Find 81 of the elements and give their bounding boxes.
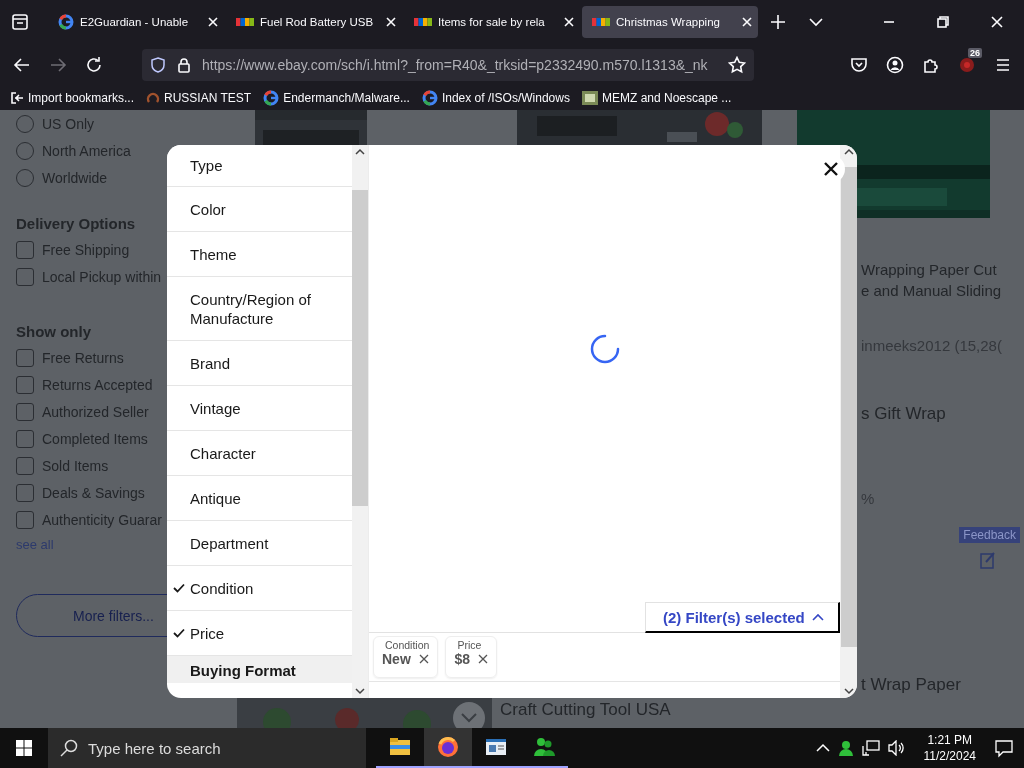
volume-icon[interactable] xyxy=(887,740,906,756)
network-icon[interactable] xyxy=(861,740,880,756)
section-heading: Show only xyxy=(16,323,92,340)
lock-icon xyxy=(176,57,192,73)
extension-icon[interactable] xyxy=(958,56,976,74)
chip-label: Price xyxy=(456,639,483,651)
extensions-icon[interactable] xyxy=(922,56,940,74)
remove-icon[interactable] xyxy=(418,654,429,664)
menu-icon[interactable] xyxy=(994,56,1012,74)
browser-tab[interactable]: Christmas Wrapping xyxy=(582,6,758,38)
browser-tab[interactable]: E2Guardian - Unable xyxy=(48,6,224,38)
google-icon xyxy=(58,14,74,30)
filter-chip[interactable]: Condition New xyxy=(373,636,439,678)
ebay-bars-icon xyxy=(592,16,610,28)
chevron-up-icon xyxy=(812,613,824,621)
checkbox[interactable] xyxy=(16,510,34,529)
chip-value: $8 xyxy=(454,651,470,667)
checkbox[interactable] xyxy=(16,483,34,502)
scrollbar[interactable] xyxy=(840,145,857,698)
remove-icon[interactable] xyxy=(477,654,488,664)
clock-time[interactable]: 1:21 PM xyxy=(927,732,973,748)
windows-start-icon[interactable] xyxy=(16,740,32,756)
google-icon xyxy=(263,90,280,106)
bookmark[interactable]: MEMZ and Noescape ... xyxy=(581,91,732,105)
pocket-icon[interactable] xyxy=(850,56,868,74)
chip-label: Condition xyxy=(384,639,430,651)
section-heading: Delivery Options xyxy=(16,215,137,232)
address-bar[interactable]: https://www.ebay.com/sch/i.html?_from=R40&_trksid=p2332490.m570.l1313&_nk xyxy=(142,49,754,81)
chevron-up-icon[interactable] xyxy=(815,743,830,753)
checkbox[interactable] xyxy=(16,375,34,394)
scroll-down-icon xyxy=(355,687,365,695)
loading-spinner-icon xyxy=(589,333,620,364)
browser-tab[interactable]: Fuel Rod Battery USB xyxy=(226,6,402,38)
bookmark[interactable]: Import bookmarks... xyxy=(10,91,135,105)
search-icon xyxy=(60,739,78,757)
account-icon[interactable] xyxy=(886,56,904,74)
checkbox[interactable] xyxy=(16,240,34,259)
taskbar-search-field[interactable]: Type here to search xyxy=(48,728,366,768)
close-icon[interactable] xyxy=(386,17,396,27)
close-icon[interactable] xyxy=(742,17,752,27)
import-icon xyxy=(10,91,24,105)
bookmark[interactable]: Endermanch/Malware... xyxy=(263,90,410,106)
close-icon[interactable] xyxy=(991,16,1003,28)
checkbox[interactable] xyxy=(16,348,34,367)
scroll-down-icon xyxy=(843,687,854,695)
product-detail: % xyxy=(861,490,876,507)
bookmark[interactable]: RUSSIAN TEST xyxy=(146,91,252,105)
checkbox[interactable] xyxy=(16,267,34,286)
close-icon[interactable] xyxy=(208,17,218,27)
notification-icon[interactable] xyxy=(994,738,1014,758)
close-icon xyxy=(824,162,838,176)
restore-icon[interactable] xyxy=(937,16,949,28)
browser-icon[interactable] xyxy=(437,736,459,758)
filters-selected-toggle[interactable]: (2) Filter(s) selected xyxy=(645,602,840,633)
window-app-icon[interactable] xyxy=(485,736,507,758)
shield-icon xyxy=(150,57,166,73)
folder-icon[interactable] xyxy=(389,736,411,758)
clock-date[interactable]: 11/2/2024 xyxy=(923,748,976,764)
google-icon xyxy=(421,90,438,106)
reload-icon[interactable] xyxy=(84,55,104,75)
filter-category[interactable]: Type xyxy=(167,145,352,187)
bookmark[interactable]: Index of /ISOs/Windows xyxy=(421,90,570,106)
scroll-up-icon xyxy=(843,148,854,156)
bookmark-star-icon[interactable] xyxy=(728,56,746,74)
ebay-bars-icon xyxy=(236,16,254,28)
tile-icon xyxy=(581,91,598,105)
swirl-icon xyxy=(146,91,161,105)
count-badge: 26 xyxy=(968,48,982,58)
scrollbar[interactable] xyxy=(352,145,368,698)
person-icon[interactable] xyxy=(837,740,854,756)
scroll-up-icon xyxy=(355,148,365,156)
ebay-bars-icon xyxy=(414,16,432,28)
browser-tab[interactable]: Items for sale by rela xyxy=(404,6,580,38)
filter-category[interactable]: Buying Format xyxy=(167,656,352,683)
checkbox[interactable] xyxy=(16,456,34,475)
checkbox[interactable] xyxy=(16,402,34,421)
close-icon[interactable] xyxy=(564,17,574,27)
filter-chip[interactable]: Price $8 xyxy=(445,636,497,678)
people-icon[interactable] xyxy=(533,736,555,758)
chip-value: New xyxy=(382,651,411,667)
checkbox[interactable] xyxy=(16,429,34,448)
